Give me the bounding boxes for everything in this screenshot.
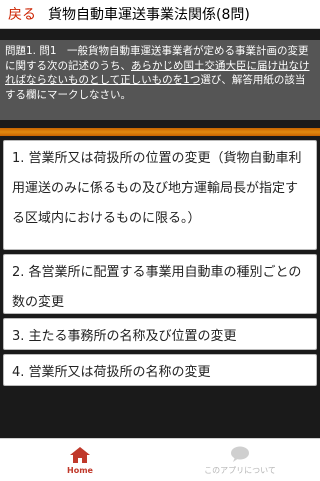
divider-bar	[0, 128, 320, 136]
choice-2[interactable]: 2. 各営業所に配置する事業用自動車の種別ごとの数の変更	[3, 254, 317, 314]
back-button[interactable]: 戻る	[8, 4, 36, 24]
page-title: 貨物自動車運送事業法関係(8問)	[48, 7, 250, 23]
tab-bar: Home このアプリについて	[0, 438, 320, 481]
header-bar: 戻る 貨物自動車運送事業法関係(8問)	[0, 0, 320, 29]
tab-home[interactable]: Home	[0, 439, 160, 481]
choice-1[interactable]: 1. 営業所又は荷扱所の位置の変更（貨物自動車利用運送のみに係るもの及び地方運輸…	[3, 140, 317, 250]
choice-list: 1. 営業所又は荷扱所の位置の変更（貨物自動車利用運送のみに係るもの及び地方運輸…	[3, 140, 317, 390]
tab-home-label: Home	[67, 465, 93, 475]
choice-4[interactable]: 4. 営業所又は荷扱所の名称の変更	[3, 354, 317, 386]
tab-about-label: このアプリについて	[204, 465, 276, 475]
chat-bubble-icon	[231, 446, 249, 462]
home-icon	[70, 446, 90, 463]
question-text: 問題1. 問1 一般貨物自動車運送事業者が定める事業計画の変更に関する次の記述の…	[0, 40, 320, 120]
tab-about[interactable]: このアプリについて	[160, 439, 320, 481]
choice-3[interactable]: 3. 主たる事務所の名称及び位置の変更	[3, 318, 317, 350]
